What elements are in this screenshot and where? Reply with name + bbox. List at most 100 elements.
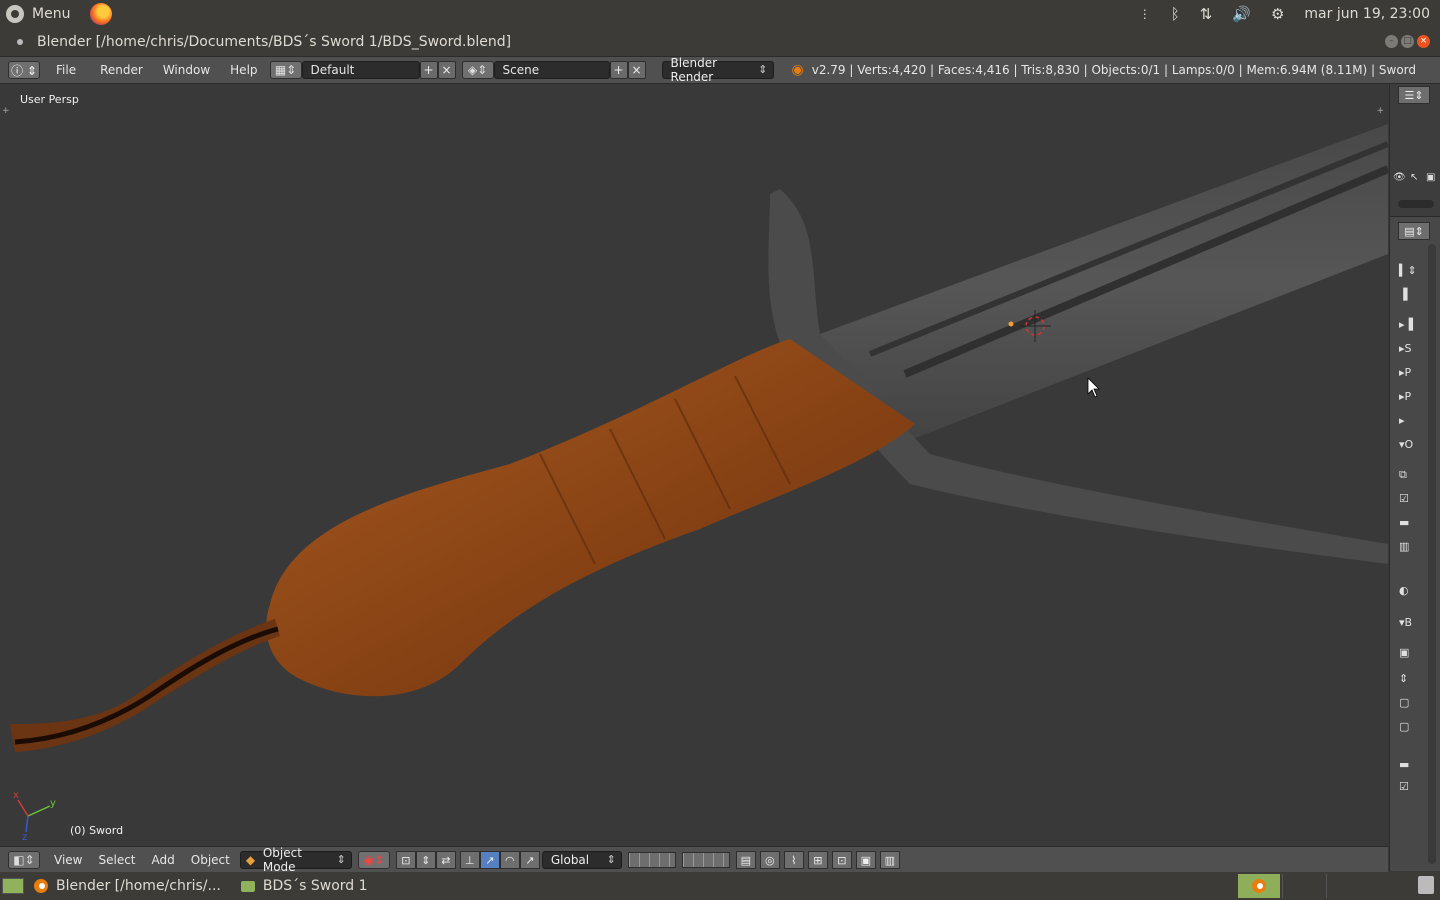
camera-icon[interactable]: ▣ [1399, 646, 1419, 660]
remove-scene-icon[interactable]: × [627, 61, 646, 79]
properties-scrollbar[interactable] [1428, 244, 1436, 864]
screen-layout-field[interactable]: Default [301, 61, 420, 79]
toolshelf-expand-icon[interactable]: + [2, 106, 10, 116]
properties-row-6[interactable]: ▾B [1399, 616, 1419, 630]
circle-icon[interactable]: ◐ [1399, 584, 1419, 598]
bluetooth-icon[interactable]: ᛒ [1171, 5, 1180, 23]
pivot-point-icon[interactable]: ⊡ [395, 851, 416, 869]
checkbox-icon[interactable]: ☑ [1399, 492, 1419, 506]
scale-manipulator-icon[interactable]: ◠ [499, 851, 520, 869]
menu-select[interactable]: Select [90, 853, 143, 867]
menu-object[interactable]: Object [183, 853, 238, 867]
more-icon[interactable]: ⋮ [1139, 7, 1151, 21]
taskbar-item-blender[interactable]: Blender [/home/chris/... [24, 878, 231, 894]
add-layout-icon[interactable]: + [419, 61, 438, 79]
taskbar-item-blender-label: Blender [/home/chris/... [56, 878, 221, 894]
network-icon[interactable]: ⇅ [1200, 5, 1213, 23]
panel-toggle-icon[interactable]: ▸▐ [1399, 318, 1419, 332]
taskbar: Blender [/home/chris/... BDS´s Sword 1 [0, 872, 1440, 900]
workspace-slot-3[interactable] [1326, 874, 1369, 898]
taskbar-item-folder[interactable]: BDS´s Sword 1 [231, 878, 378, 894]
copy-icon[interactable]: ⧉ [1399, 468, 1419, 482]
shading-icon: ◉⇕ [363, 853, 385, 867]
toggle-icon[interactable]: ▬ [1399, 516, 1419, 530]
snap-element-icon[interactable]: ⊡ [831, 851, 852, 869]
window-titlebar[interactable]: Blender [/home/chris/Documents/BDS´s Swo… [0, 28, 1440, 57]
maximize-button[interactable]: □ [1401, 35, 1414, 48]
blade[interactable] [820, 124, 1388, 444]
properties-editor-type-button[interactable]: ▤⇕ [1398, 222, 1430, 240]
render-preview-icon[interactable]: ▣ [855, 851, 876, 869]
layout-icon: ▦⇕ [274, 63, 297, 77]
tab-render-icon[interactable]: ▍⇕ [1399, 264, 1419, 278]
menu-add[interactable]: Add [144, 853, 183, 867]
3d-viewport[interactable]: y x z User Persp (0) Sword + + [0, 84, 1388, 846]
lock-layer-icon[interactable]: ▤ [735, 851, 756, 869]
transform-orientation-dropdown[interactable]: Global [541, 851, 622, 869]
minimize-button[interactable]: – [1385, 35, 1398, 48]
scene-field[interactable]: Scene [493, 61, 610, 79]
workspace-slot-2[interactable] [1282, 874, 1325, 898]
trash-icon[interactable] [1418, 876, 1434, 894]
editor-type-button[interactable]: ⓘ ⇕ [8, 61, 40, 79]
tab-layers-icon[interactable]: ▐ [1399, 288, 1419, 302]
volume-icon[interactable]: 🔊 [1232, 5, 1251, 23]
screen-layout-browse-button[interactable]: ▦⇕ [269, 61, 302, 79]
translate-manipulator-icon[interactable]: ⊥ [459, 851, 480, 869]
3d-editor-type-button[interactable]: ◧⇕ [8, 851, 40, 869]
window-menu-icon[interactable] [17, 39, 23, 45]
outliner-editor-type-button[interactable]: ☰⇕ [1398, 86, 1430, 104]
option-square-icon-2[interactable]: ▢ [1399, 720, 1419, 734]
properties-row-5[interactable]: ▾O [1399, 438, 1419, 452]
properties-row-3[interactable]: ▸P [1399, 390, 1419, 404]
layers-grid-1[interactable] [627, 852, 676, 868]
ubuntu-logo-icon [6, 5, 24, 23]
menu-window[interactable]: Window [155, 63, 218, 77]
show-desktop-icon[interactable] [2, 878, 24, 894]
transform-icon[interactable]: ↗ [519, 851, 540, 869]
layers-grid-2[interactable] [681, 852, 730, 868]
settings-gear-icon[interactable]: ⚙ [1271, 5, 1284, 23]
sword-model[interactable]: y x z [0, 84, 1388, 846]
workspace-switcher[interactable] [1238, 874, 1280, 898]
viewport-shading-button[interactable]: ◉⇕ [357, 851, 390, 869]
falloff-icon[interactable]: ⌇ [783, 851, 804, 869]
option-bar-icon[interactable]: ▬ [1399, 758, 1419, 772]
visibility-eye-icon[interactable]: 👁 [1393, 172, 1406, 183]
snap-icon[interactable]: ⊞ [807, 851, 828, 869]
properties-row-2[interactable]: ▸P [1399, 366, 1419, 380]
close-button[interactable]: × [1417, 35, 1430, 48]
object-origin[interactable] [1008, 321, 1014, 327]
render-animation-icon[interactable]: ▥ [879, 851, 900, 869]
properties-expand-icon[interactable]: + [1376, 106, 1384, 116]
stepper-icon[interactable]: ⇕ [1399, 672, 1419, 686]
check-icon[interactable]: ☑ [1399, 780, 1419, 794]
clock[interactable]: mar jun 19, 23:00 [1304, 6, 1430, 22]
remove-layout-icon[interactable]: × [437, 61, 456, 79]
film-icon[interactable]: ▥ [1399, 540, 1419, 554]
render-camera-icon[interactable]: ▣ [1426, 172, 1435, 183]
menu-view[interactable]: View [46, 853, 90, 867]
properties-row-4[interactable]: ▸ [1399, 414, 1419, 428]
pivot-point-dropdown-icon[interactable]: ⇕ [415, 851, 436, 869]
handle[interactable] [266, 339, 915, 697]
menu-help[interactable]: Help [222, 63, 265, 77]
option-square-icon[interactable]: ▢ [1399, 696, 1419, 710]
menu-label[interactable]: Menu [32, 6, 70, 22]
outliner-scrollbar[interactable] [1398, 200, 1434, 208]
mode-dropdown[interactable]: ◆ Object Mode [239, 846, 352, 874]
strap[interactable] [10, 619, 280, 752]
manipulator-toggle-icon[interactable]: ⇄ [435, 851, 456, 869]
menu-file[interactable]: File [48, 63, 84, 77]
menu-render[interactable]: Render [92, 63, 151, 77]
outliner-area[interactable]: ☰⇕ 👁 ↖ ▣ [1390, 84, 1440, 217]
properties-row-1[interactable]: ▸S [1399, 342, 1419, 356]
app-menu[interactable]: Menu [0, 3, 113, 25]
scene-browse-button[interactable]: ◈⇕ [461, 61, 494, 79]
select-cursor-icon[interactable]: ↖ [1410, 172, 1418, 183]
firefox-icon[interactable] [90, 3, 113, 25]
add-scene-icon[interactable]: + [609, 61, 628, 79]
render-engine-dropdown[interactable]: Blender Render [661, 56, 774, 84]
rotate-manipulator-icon[interactable]: ↗ [479, 851, 500, 869]
proportional-edit-icon[interactable]: ◎ [759, 851, 780, 869]
